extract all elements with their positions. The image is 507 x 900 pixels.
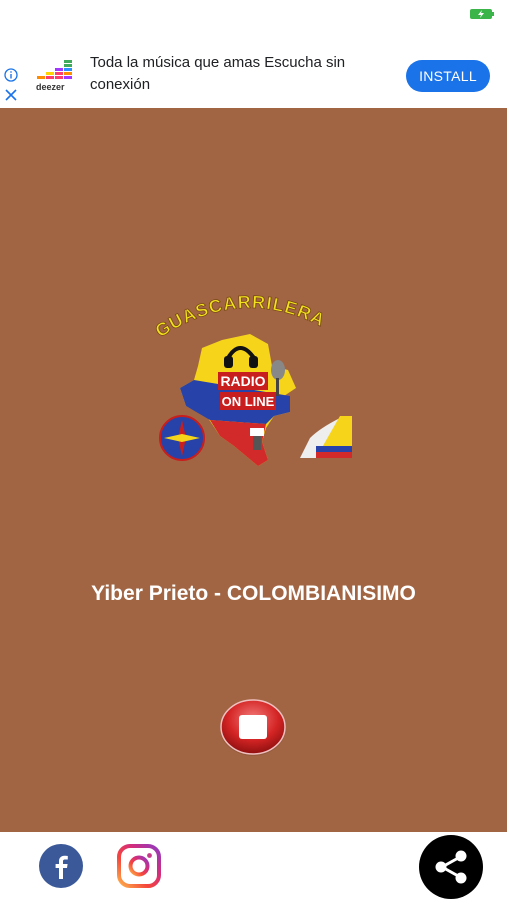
instagram-icon[interactable] (116, 843, 162, 889)
player-panel: GUASCARRILERA RADIO ON LINE Yiber Prieto… (0, 108, 507, 832)
info-icon[interactable] (4, 68, 18, 82)
share-icon[interactable] (418, 834, 484, 900)
bottom-bar (0, 832, 507, 900)
logo-online-text: ON LINE (222, 394, 275, 409)
now-playing-title: Yiber Prieto - COLOMBIANISIMO (91, 582, 416, 605)
install-button[interactable]: INSTALL (406, 60, 490, 92)
ad-banner[interactable]: deezer Toda la música que amas Escucha s… (0, 40, 507, 108)
svg-text:GUASCARRILERA: GUASCARRILERA (152, 292, 329, 341)
ad-headline[interactable]: Toda la música que amas Escucha sin cone… (90, 52, 380, 96)
ad-brand-label: deezer (36, 82, 65, 92)
station-logo: GUASCARRILERA RADIO ON LINE (151, 291, 352, 466)
status-bar (0, 0, 507, 40)
logo-radio-text: RADIO (220, 373, 265, 389)
logo-title-text: GUASCARRILERA (151, 291, 328, 341)
facebook-icon[interactable] (38, 843, 84, 889)
stop-button[interactable] (218, 698, 288, 758)
stop-icon (239, 715, 267, 739)
close-icon[interactable] (4, 88, 18, 102)
battery-charging-icon (470, 9, 494, 19)
